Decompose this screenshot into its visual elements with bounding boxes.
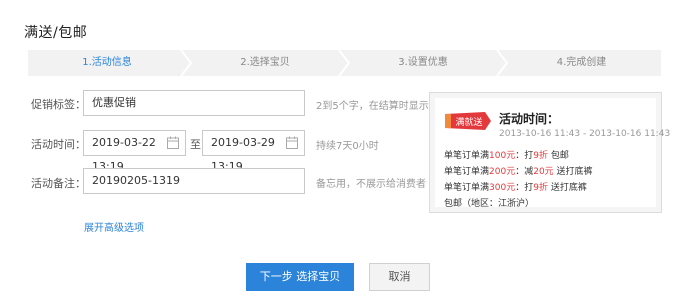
preview-shipping: 包邮（地区：江浙沪） <box>444 199 535 209</box>
promo-tag-label: 促销标签： <box>31 98 86 111</box>
rule-value: 20元 <box>533 167 554 177</box>
step-1: 1.活动信息 <box>82 57 132 68</box>
step-2: 2.选择宝贝 <box>240 57 290 68</box>
preview-title: 活动时间： <box>499 112 560 126</box>
rule-prefix: 单笔订单满 <box>444 183 490 193</box>
rule-suffix: 送打底裤 <box>553 167 593 177</box>
preview-card-inner: 满就送 活动时间： 2013-10-16 11:43 - 2013-10-16 … <box>435 98 670 209</box>
tag-text: 满就送 <box>455 116 482 128</box>
rule-suffix: 包邮 <box>547 151 569 161</box>
time-duration-hint: 持续7天0小时 <box>316 141 379 152</box>
next-select-items-button[interactable]: 下一步 选择宝贝 <box>246 263 354 291</box>
full-gift-tag-icon: 满就送 <box>445 112 491 130</box>
remark-hint: 备忘用，不展示给消费者 <box>316 179 426 190</box>
end-time-input[interactable]: 2019-03-29 13:19 <box>202 130 305 173</box>
preview-rule: 单笔订单满300元：打9折 送打底裤 <box>444 180 587 193</box>
calendar-icon[interactable] <box>167 136 179 149</box>
rule-value: 9折 <box>533 151 548 161</box>
time-label: 活动时间： <box>31 138 86 151</box>
calendar-icon[interactable] <box>286 136 298 149</box>
start-time-input[interactable]: 2019-03-22 13:19 <box>83 130 186 173</box>
preview-rule: 单笔订单满100元：打9折 包邮 <box>444 148 569 161</box>
promo-tag-input[interactable]: 优惠促销 <box>83 90 305 116</box>
page-title: 满送/包邮 <box>24 25 88 41</box>
rule-mid: ：减 <box>515 167 534 177</box>
time-separator: 至 <box>190 138 201 151</box>
step-3: 3.设置优惠 <box>398 57 448 68</box>
rule-mid: ：打 <box>515 183 534 193</box>
preview-time-range: 2013-10-16 11:43 - 2013-10-16 11:43 <box>499 129 671 139</box>
preview-card: 满就送 活动时间： 2013-10-16 11:43 - 2013-10-16 … <box>429 92 670 213</box>
rule-value: 9折 <box>533 183 548 193</box>
promo-tag-hint: 2到5个字，在结算时显示 <box>316 101 429 112</box>
rule-prefix: 单笔订单满 <box>444 167 490 177</box>
remark-label: 活动备注： <box>31 177 86 190</box>
rule-amount: 300元 <box>489 183 516 193</box>
remark-input[interactable]: 20190205-1319 <box>83 168 305 194</box>
rule-prefix: 单笔订单满 <box>444 151 490 161</box>
rule-amount: 100元 <box>489 151 516 161</box>
rule-amount: 200元 <box>489 167 516 177</box>
cancel-button[interactable]: 取消 <box>369 263 430 291</box>
rule-mid: ：打 <box>515 151 534 161</box>
preview-rule: 单笔订单满200元：减20元 送打底裤 <box>444 164 593 177</box>
step-bar: 1.活动信息 2.选择宝贝 3.设置优惠 4.完成创建 <box>28 50 661 76</box>
step-4: 4.完成创建 <box>556 57 607 68</box>
expand-advanced-link[interactable]: 展开高级选项 <box>84 219 144 234</box>
rule-suffix: 送打底裤 <box>547 183 587 193</box>
